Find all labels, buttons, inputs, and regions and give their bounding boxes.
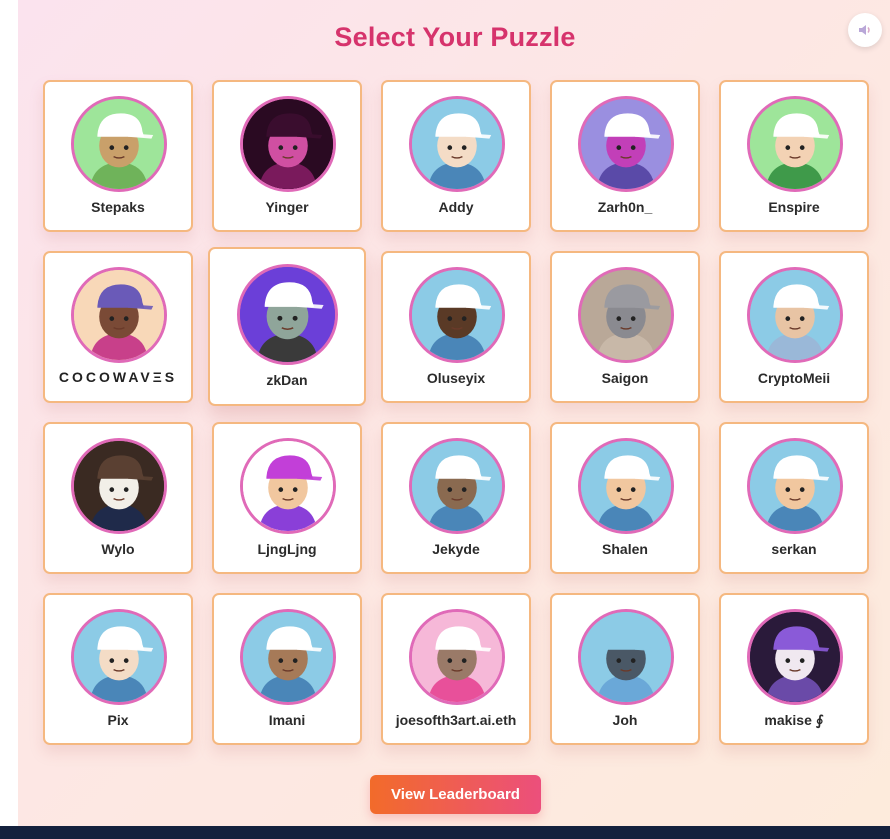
puzzle-name: Stepaks <box>91 199 145 215</box>
puzzle-name: Saigon <box>601 370 649 386</box>
puzzle-avatar <box>747 267 843 363</box>
puzzle-name: Wylo <box>101 541 135 557</box>
puzzle-avatar <box>409 438 505 534</box>
puzzle-avatar <box>409 609 505 705</box>
avatar-portrait-icon <box>750 612 840 702</box>
puzzle-name: Joh <box>612 712 638 728</box>
puzzle-name: Pix <box>107 712 129 728</box>
puzzle-avatar <box>747 438 843 534</box>
puzzle-avatar <box>578 267 674 363</box>
avatar-portrait-icon <box>412 99 502 189</box>
puzzle-avatar <box>409 96 505 192</box>
avatar-portrait-icon <box>750 99 840 189</box>
puzzle-card[interactable]: Saigon <box>550 251 700 403</box>
avatar-portrait-icon <box>240 267 335 362</box>
avatar-portrait-icon <box>74 99 164 189</box>
puzzle-card[interactable]: COCOWAVΞS <box>43 251 193 403</box>
puzzle-avatar <box>71 267 167 363</box>
puzzle-avatar <box>578 438 674 534</box>
avatar-portrait-icon <box>74 612 164 702</box>
puzzle-card[interactable]: serkan <box>719 422 869 574</box>
puzzle-card[interactable]: Pix <box>43 593 193 745</box>
avatar-portrait-icon <box>412 441 502 531</box>
puzzle-avatar <box>409 267 505 363</box>
puzzle-avatar <box>747 96 843 192</box>
puzzle-card[interactable]: Shalen <box>550 422 700 574</box>
puzzle-card[interactable]: Wylo <box>43 422 193 574</box>
puzzle-avatar <box>747 609 843 705</box>
puzzle-avatar <box>71 609 167 705</box>
puzzle-card[interactable]: Addy <box>381 80 531 232</box>
puzzle-card[interactable]: Yinger <box>212 80 362 232</box>
puzzle-card[interactable]: zkDan <box>208 247 366 406</box>
puzzle-name: CryptoMeii <box>757 370 831 386</box>
puzzle-card[interactable]: Enspire <box>719 80 869 232</box>
puzzle-name: Yinger <box>265 199 309 215</box>
view-leaderboard-button[interactable]: View Leaderboard <box>370 775 541 814</box>
puzzle-name: COCOWAVΞS <box>58 369 178 385</box>
puzzle-avatar <box>240 96 336 192</box>
puzzle-name: LjngLjng <box>257 541 317 557</box>
left-edge <box>0 0 18 826</box>
avatar-portrait-icon <box>581 99 671 189</box>
puzzle-name: zkDan <box>266 372 308 388</box>
puzzle-name: serkan <box>771 541 817 557</box>
avatar-portrait-icon <box>412 270 502 360</box>
puzzle-name: makise ∮ <box>764 712 824 728</box>
avatar-portrait-icon <box>243 441 333 531</box>
puzzle-card[interactable]: CryptoMeii <box>719 251 869 403</box>
puzzle-name: Imani <box>268 712 306 728</box>
puzzle-card[interactable]: Joh <box>550 593 700 745</box>
avatar-portrait-icon <box>581 441 671 531</box>
puzzle-card[interactable]: joesofth3art.ai.eth <box>381 593 531 745</box>
puzzle-card[interactable]: Jekyde <box>381 422 531 574</box>
puzzle-avatar <box>578 96 674 192</box>
puzzle-name: Shalen <box>602 541 648 557</box>
puzzle-card[interactable]: LjngLjng <box>212 422 362 574</box>
puzzle-avatar <box>71 438 167 534</box>
puzzle-avatar <box>237 264 338 365</box>
puzzle-name: Zarh0n_ <box>597 199 653 215</box>
puzzle-card[interactable]: Zarh0n_ <box>550 80 700 232</box>
puzzle-name: Oluseyix <box>426 370 486 386</box>
speaker-icon <box>859 25 870 35</box>
puzzle-card[interactable]: Oluseyix <box>381 251 531 403</box>
avatar-portrait-icon <box>750 270 840 360</box>
avatar-portrait-icon <box>412 612 502 702</box>
puzzle-avatar <box>578 609 674 705</box>
puzzle-card[interactable]: makise ∮ <box>719 593 869 745</box>
puzzle-name: joesofth3art.ai.eth <box>395 712 517 728</box>
avatar-portrait-icon <box>581 612 671 702</box>
puzzle-avatar <box>240 438 336 534</box>
avatar-portrait-icon <box>750 441 840 531</box>
puzzle-avatar <box>71 96 167 192</box>
puzzle-name: Enspire <box>768 199 820 215</box>
puzzle-name: Jekyde <box>432 541 480 557</box>
avatar-portrait-icon <box>74 270 164 360</box>
avatar-portrait-icon <box>243 99 333 189</box>
puzzle-card[interactable]: Stepaks <box>43 80 193 232</box>
avatar-portrait-icon <box>581 270 671 360</box>
sound-toggle-button[interactable] <box>848 13 882 47</box>
avatar-portrait-icon <box>243 612 333 702</box>
page-title: Select Your Puzzle <box>334 22 576 52</box>
puzzle-name: Addy <box>438 199 474 215</box>
puzzle-card[interactable]: Imani <box>212 593 362 745</box>
avatar-portrait-icon <box>74 441 164 531</box>
puzzle-avatar <box>240 609 336 705</box>
bottom-bar <box>0 826 890 839</box>
